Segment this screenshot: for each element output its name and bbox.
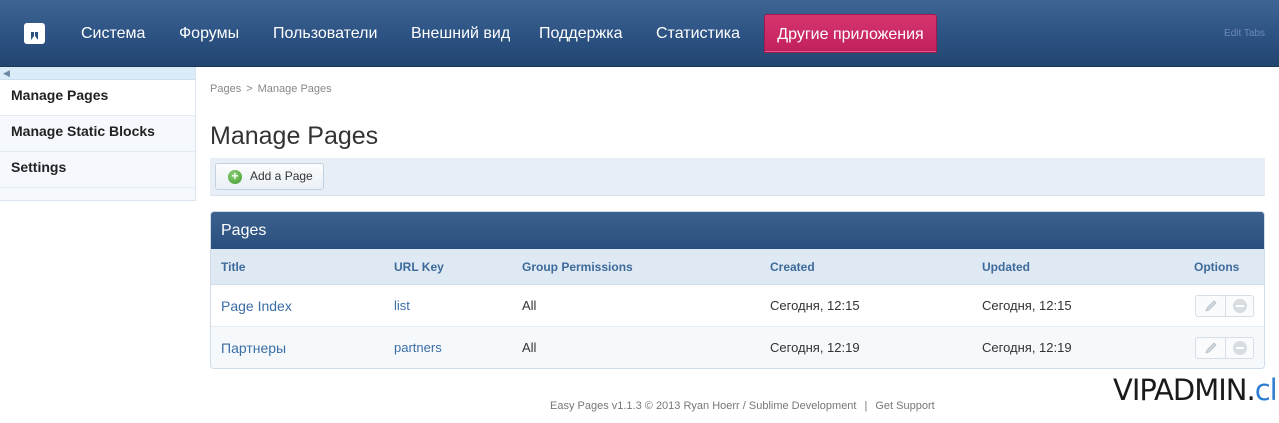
row-options [1195,295,1254,317]
sidebar: ◀ Manage Pages Manage Static Blocks Sett… [0,67,196,201]
watermark-main: VIPADMIN [1113,373,1247,407]
footer-credit: Easy Pages v1.1.3 © 2013 Ryan Hoerr / Su… [550,400,857,412]
arrow-left-icon: ◀ [3,68,10,78]
breadcrumb-pages-link[interactable]: Pages [210,83,241,95]
column-header-title: Title [221,260,246,274]
watermark: VIPADMIN.club [1113,373,1279,407]
nav-tab-appearance[interactable]: Внешний вид [411,0,510,67]
breadcrumb-manage-pages-link[interactable]: Manage Pages [258,83,332,95]
delete-icon[interactable] [1233,299,1247,313]
column-header-options: Options [1194,260,1240,274]
sidebar-collapse-toggle[interactable]: ◀ [0,67,195,80]
breadcrumb-separator: > [246,83,253,95]
sidebar-item-manage-pages[interactable]: Manage Pages [0,80,195,116]
page-title-link[interactable]: Page Index [221,285,292,327]
sidebar-item-settings[interactable]: Settings [0,152,195,188]
table-row: Page Index list All Сегодня, 12:15 Сегод… [211,285,1264,327]
column-header-url-key: URL Key [394,260,444,274]
pages-block-title: Pages [211,212,1264,249]
column-header-updated: Updated [982,260,1030,274]
pages-block: Pages Title URL Key Group Permissions Cr… [210,211,1265,369]
delete-icon[interactable] [1233,341,1247,355]
sidebar-item-manage-static-blocks[interactable]: Manage Static Blocks [0,116,195,152]
options-divider [1225,338,1226,358]
options-divider [1225,296,1226,316]
url-key-link[interactable]: partners [394,327,442,368]
column-header-group-permissions: Group Permissions [522,260,633,274]
page-title: Manage Pages [210,122,379,150]
group-permissions-value: All [522,340,537,355]
pencil-icon[interactable] [1204,341,1218,355]
top-navigation-bar: Система Форумы Пользователи Внешний вид … [0,0,1279,67]
add-page-button[interactable]: + Add a Page [215,163,324,190]
column-header-created: Created [770,260,815,274]
footer: Easy Pages v1.1.3 © 2013 Ryan Hoerr / Su… [550,400,935,412]
group-permissions-value: All [522,298,537,313]
page-title-link[interactable]: Партнеры [221,327,286,368]
table-row: Партнеры partners All Сегодня, 12:19 Сег… [211,327,1264,368]
nav-tab-other-apps[interactable]: Другие приложения [764,14,937,53]
nav-tab-system[interactable]: Система [81,0,145,67]
breadcrumb: Pages > Manage Pages [210,83,332,95]
watermark-dot: . [1246,373,1255,407]
created-value: Сегодня, 12:15 [770,298,860,313]
plus-circle-icon: + [228,170,242,184]
pencil-icon[interactable] [1204,299,1218,313]
row-options [1195,337,1254,359]
edit-tabs-link[interactable]: Edit Tabs [1224,28,1265,39]
nav-tab-support[interactable]: Поддержка [539,0,622,67]
logo-icon[interactable] [24,23,45,44]
nav-tab-users[interactable]: Пользователи [273,0,377,67]
get-support-link[interactable]: Get Support [875,400,934,412]
nav-tab-forums[interactable]: Форумы [179,0,239,67]
url-key-link[interactable]: list [394,285,410,327]
nav-tab-statistics[interactable]: Статистика [656,0,740,67]
updated-value: Сегодня, 12:19 [982,340,1072,355]
footer-separator: | [864,400,868,412]
add-page-label: Add a Page [250,169,313,183]
toolbar: + Add a Page [210,158,1265,196]
watermark-club: club [1254,373,1279,407]
created-value: Сегодня, 12:19 [770,340,860,355]
table-header-row: Title URL Key Group Permissions Created … [211,249,1264,285]
updated-value: Сегодня, 12:15 [982,298,1072,313]
